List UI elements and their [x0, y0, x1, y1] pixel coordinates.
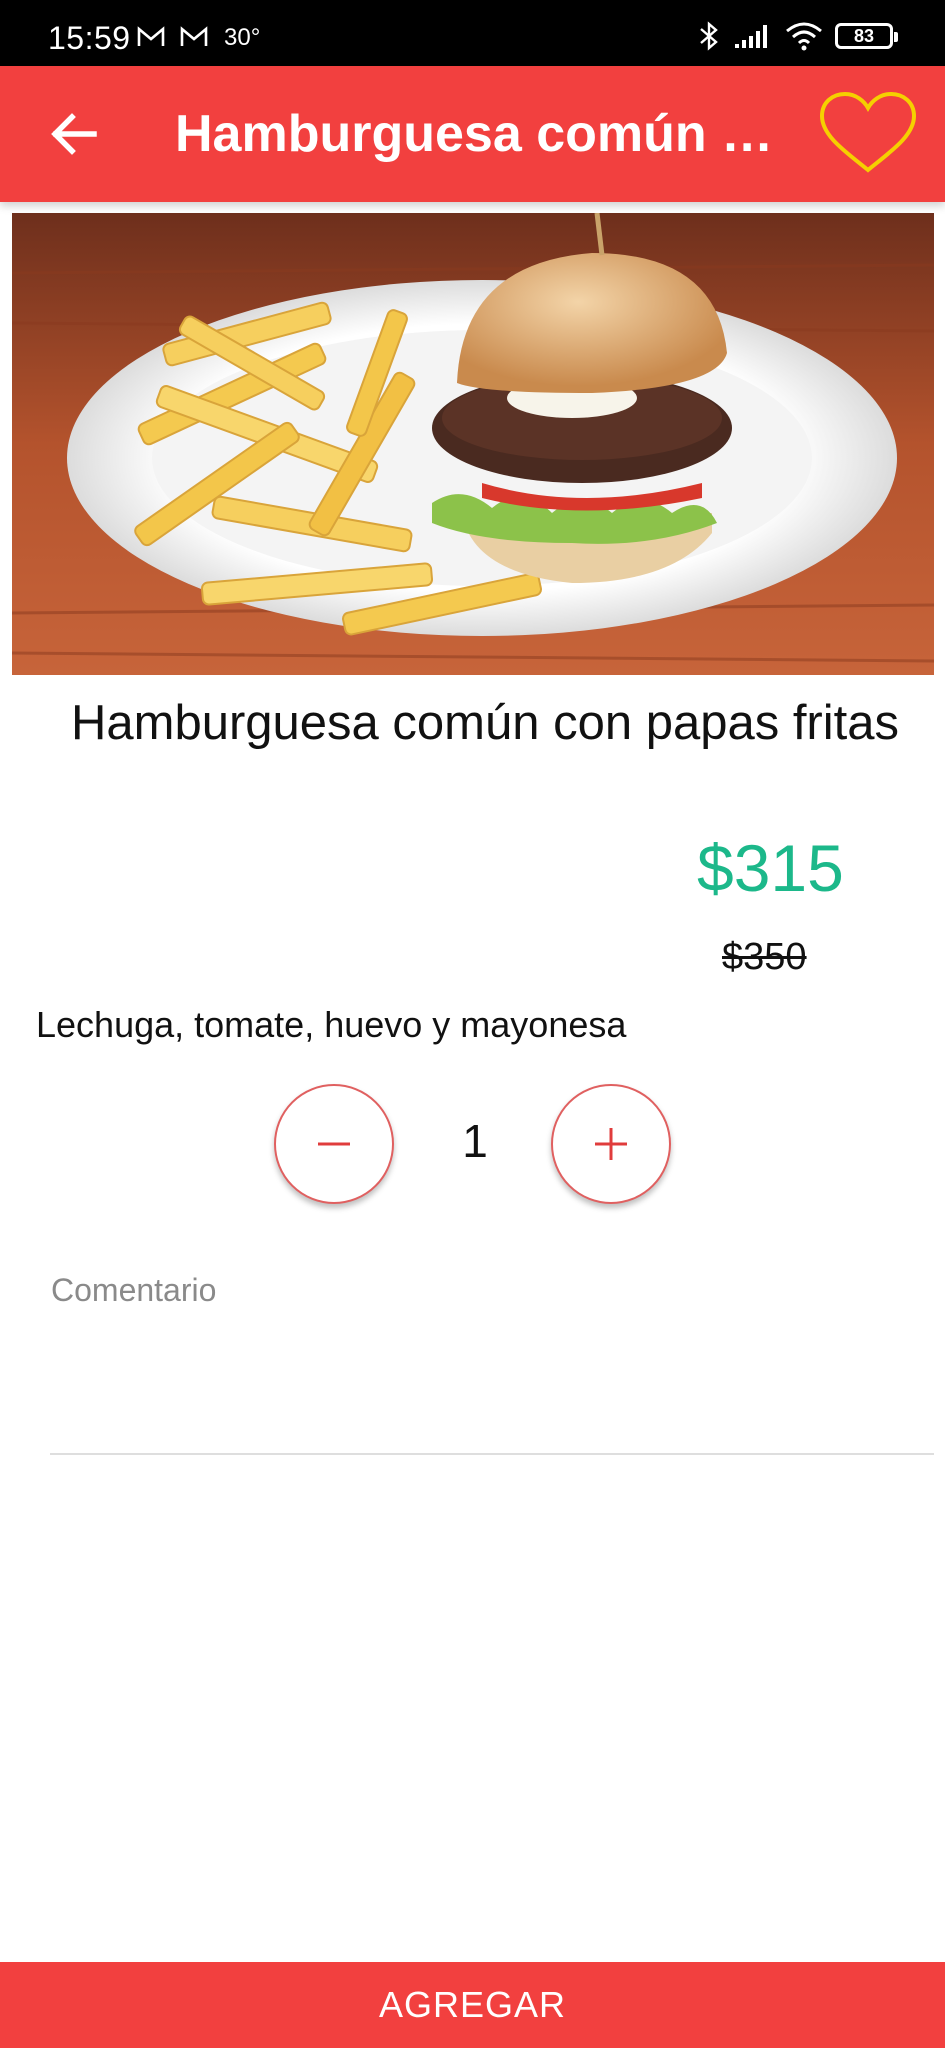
product-description: Lechuga, tomate, huevo y mayonesa: [36, 1004, 627, 1045]
arrow-left-icon: [51, 113, 97, 155]
bluetooth-icon: [700, 21, 718, 51]
status-time: 15:59: [48, 20, 131, 56]
plus-icon: [595, 1128, 627, 1160]
signal-icon: [735, 25, 767, 48]
product-image: [12, 213, 934, 675]
page-title: Hamburguesa común con papas fritas: [175, 105, 775, 163]
wifi-icon: [786, 22, 822, 51]
decrement-button[interactable]: [274, 1084, 394, 1204]
increment-button[interactable]: [551, 1084, 671, 1204]
burger-and-fries-photo: [12, 213, 934, 675]
gmail-icon: [137, 26, 165, 46]
comment-placeholder: Comentario: [51, 1272, 217, 1308]
product-original-price: $350: [722, 936, 807, 978]
battery-icon: 83: [835, 23, 898, 49]
app-bar: Hamburguesa común con papas fritas: [0, 66, 945, 202]
minus-icon: [318, 1142, 350, 1146]
quantity-value: 1: [462, 1115, 488, 1167]
comment-field[interactable]: Comentario: [50, 1260, 934, 1455]
gmail-icon: [180, 26, 208, 46]
product-name: Hamburguesa común con papas fritas: [71, 696, 899, 750]
product-price: $315: [697, 831, 844, 905]
status-temperature: 30°: [224, 24, 261, 51]
add-button[interactable]: AGREGAR: [0, 1962, 945, 2048]
favorite-button[interactable]: [816, 90, 920, 178]
battery-level: 83: [853, 25, 875, 46]
back-button[interactable]: [44, 106, 108, 162]
status-bar: 15:59 30° 83: [0, 0, 945, 66]
status-icons: 83: [697, 20, 898, 52]
heart-outline-icon: [819, 91, 917, 173]
